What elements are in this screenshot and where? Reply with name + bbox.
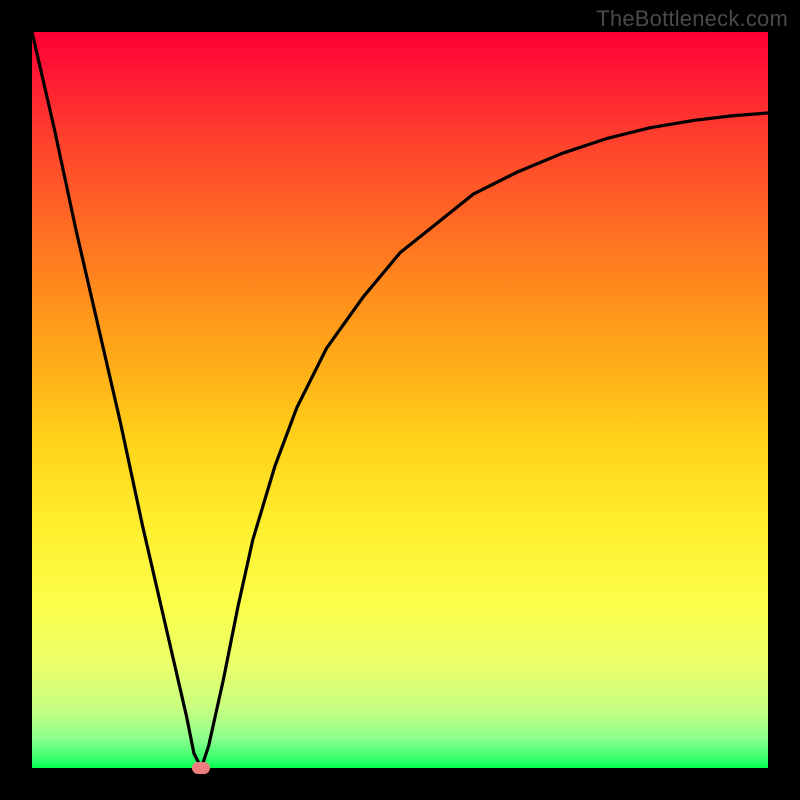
chart-frame: TheBottleneck.com xyxy=(0,0,800,800)
plot-area xyxy=(32,32,768,768)
bottleneck-curve xyxy=(32,32,768,768)
minimum-marker xyxy=(192,762,210,774)
watermark-text: TheBottleneck.com xyxy=(596,6,788,32)
